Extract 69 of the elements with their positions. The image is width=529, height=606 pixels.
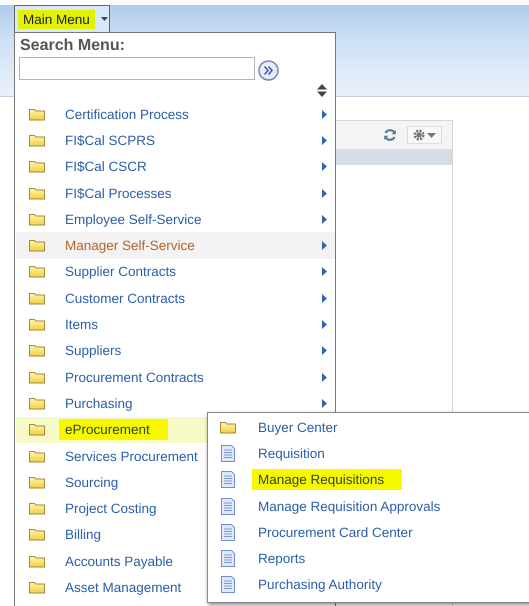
menu-item[interactable]: Employee Self-Service <box>16 206 335 232</box>
document-icon <box>221 444 235 462</box>
submenu-arrow-icon <box>322 241 327 250</box>
settings-button[interactable] <box>407 126 442 144</box>
folder-icon <box>29 108 45 121</box>
document-icon <box>221 498 235 515</box>
highlighted-label: Manage Requisitions <box>252 469 402 490</box>
folder-icon <box>29 265 45 278</box>
folder-icon <box>29 528 45 542</box>
menu-item[interactable]: Customer Contracts <box>16 285 335 312</box>
submenu-arrow-icon <box>322 372 327 382</box>
go-button-icon[interactable] <box>258 60 279 81</box>
search-field[interactable] <box>19 57 255 80</box>
folder-icon <box>29 396 45 410</box>
menu-item[interactable]: Purchasing Authority <box>208 572 529 598</box>
submenu-arrow-icon <box>322 136 327 145</box>
menu-item[interactable]: Procurement Contracts <box>16 364 335 390</box>
highlighted-label: Main Menu <box>18 10 95 28</box>
menu-item[interactable]: Manage Requisition Approvals <box>208 492 529 520</box>
folder-icon <box>29 318 45 332</box>
submenu-arrow-icon <box>322 214 327 224</box>
folder-icon <box>29 580 45 594</box>
menu-item[interactable]: FI$Cal SCPRS <box>16 127 335 154</box>
menu-item[interactable]: Manager Self-Service <box>16 232 335 259</box>
submenu-arrow-icon <box>322 346 327 356</box>
settings-icon <box>413 129 425 141</box>
submenu-arrow-icon <box>322 398 327 408</box>
caret-icon <box>427 132 436 138</box>
menu-item[interactable]: Certification Process <box>16 101 335 128</box>
folder-icon <box>29 554 45 568</box>
document-icon <box>221 550 235 568</box>
folder-icon <box>29 160 45 174</box>
menu-item[interactable]: Purchasing <box>16 390 335 417</box>
folder-icon <box>29 476 45 489</box>
search-label: Search Menu: <box>20 37 126 55</box>
menu-item[interactable]: Requisition <box>208 440 529 467</box>
folder-icon <box>220 420 236 434</box>
submenu-arrow-icon <box>322 294 327 303</box>
folder-icon <box>29 344 45 358</box>
folder-icon <box>29 292 45 305</box>
document-icon <box>221 524 235 541</box>
menu-item[interactable]: Items <box>16 311 335 338</box>
menu-item[interactable]: FI$Cal Processes <box>16 180 335 206</box>
menu-item[interactable]: Supplier Contracts <box>16 258 335 286</box>
folder-icon <box>29 502 45 516</box>
submenu-arrow-icon <box>322 320 327 330</box>
caret-icon <box>100 17 108 21</box>
refresh-icon[interactable] <box>383 128 397 142</box>
document-icon <box>221 471 235 488</box>
menu-item[interactable]: FI$Cal CSCR <box>16 154 335 180</box>
folder-icon <box>29 186 45 200</box>
folder-icon <box>29 239 45 252</box>
main-menu-button[interactable]: Main Menu <box>14 5 110 32</box>
menu-item[interactable]: Procurement Card Center <box>208 519 529 546</box>
menu-item[interactable]: Suppliers <box>16 338 335 364</box>
folder-icon <box>29 134 45 147</box>
submenu-arrow-icon <box>322 188 327 198</box>
submenu-arrow-icon <box>322 162 327 172</box>
folder-icon <box>29 370 45 384</box>
document-icon <box>221 576 235 594</box>
folder-icon <box>29 423 45 436</box>
menu-item[interactable]: Manage Requisitions <box>208 466 529 493</box>
folder-icon <box>29 212 45 226</box>
highlighted-label: eProcurement <box>59 419 168 440</box>
folder-icon <box>29 450 45 462</box>
submenu-arrow-icon <box>322 110 327 119</box>
sort-icon[interactable] <box>317 84 327 97</box>
menu-item[interactable]: Reports <box>208 545 529 572</box>
submenu-arrow-icon <box>322 267 327 276</box>
